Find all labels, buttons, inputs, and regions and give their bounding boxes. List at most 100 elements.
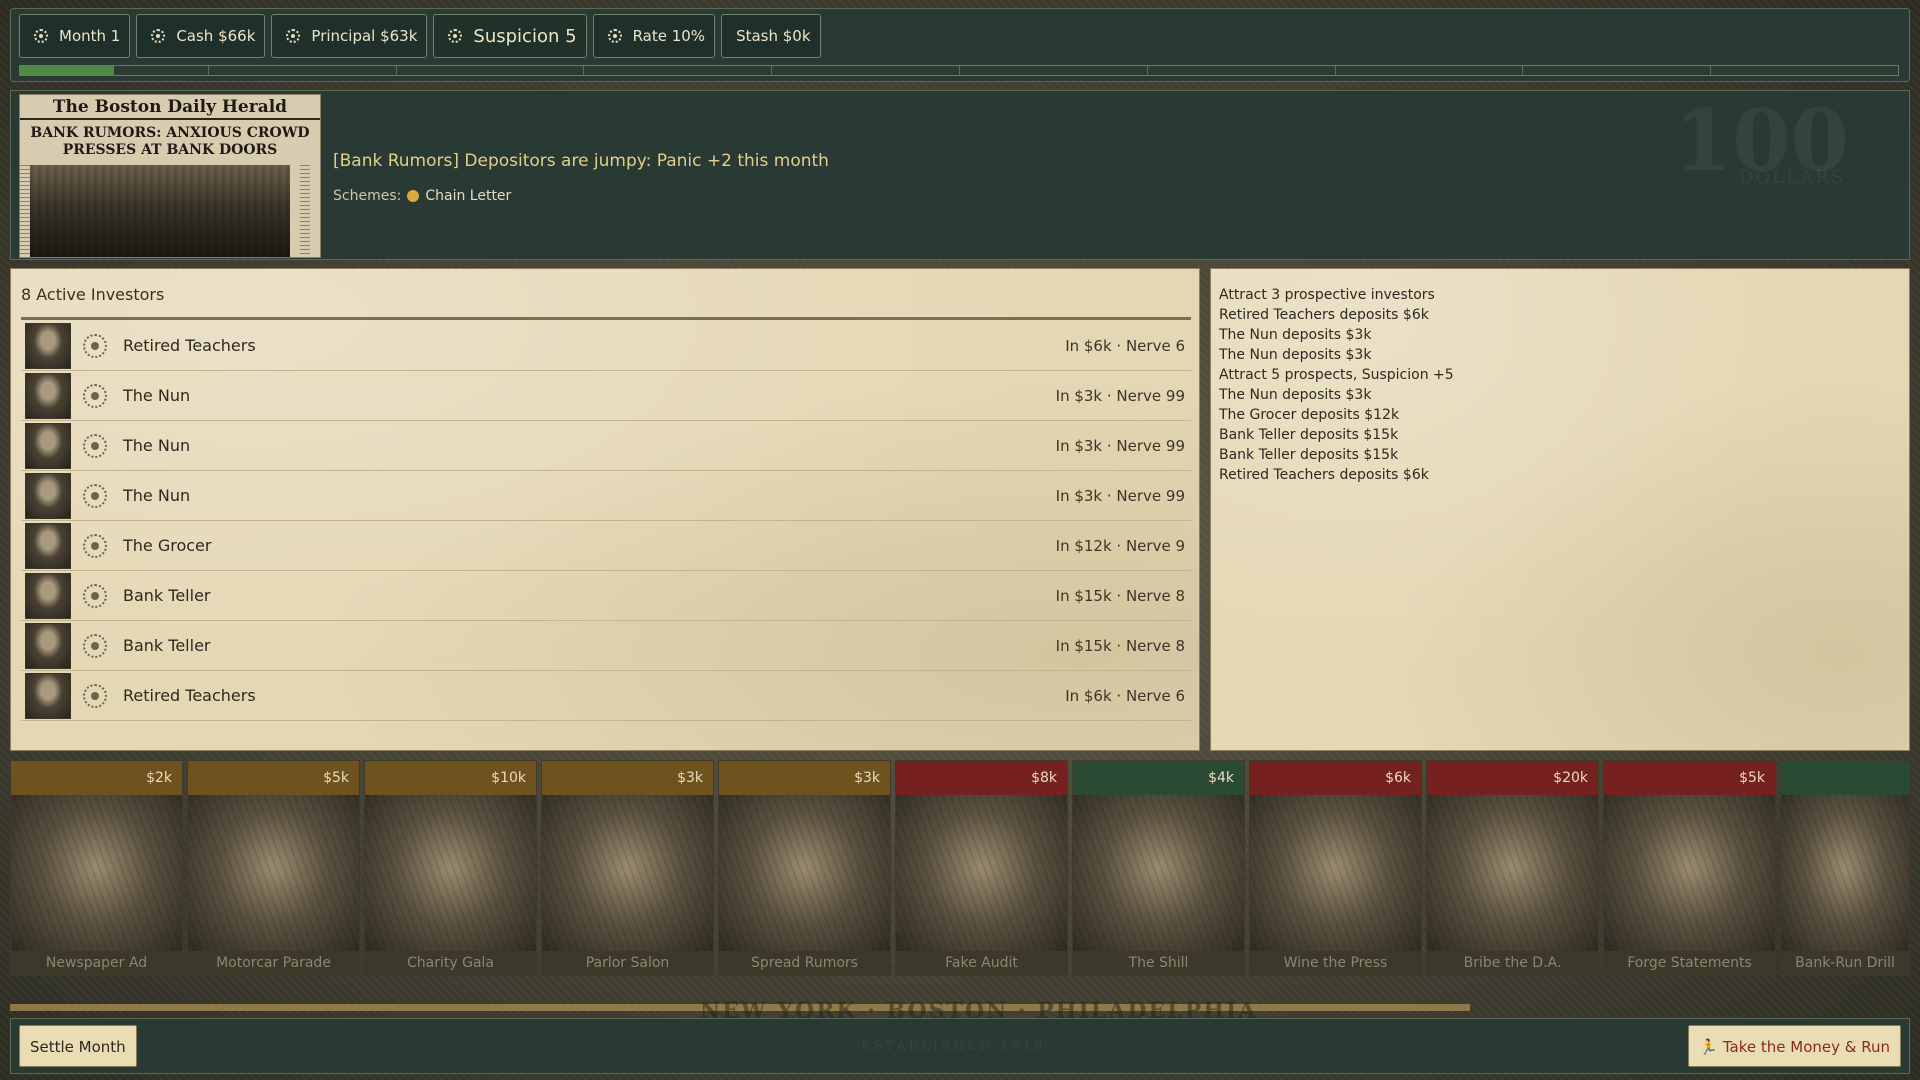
investor-row[interactable]: Bank Teller In $15k · Nerve 8: [21, 621, 1191, 671]
progress-tick: [583, 66, 585, 75]
medal-icon: [34, 29, 48, 43]
card-name: Forge Statements: [1604, 951, 1775, 975]
investor-name: Bank Teller: [123, 636, 211, 655]
card-cost: $3k: [719, 761, 890, 795]
seal-icon: [83, 633, 107, 658]
month-progress-bar: [19, 65, 1899, 76]
card-illustration: [1781, 795, 1909, 956]
investor-portrait: [25, 422, 71, 469]
log-entry: Bank Teller deposits $15k: [1219, 427, 1399, 443]
medal-icon: [286, 29, 301, 43]
card-newspaper-ad[interactable]: $2k Newspaper Ad: [10, 760, 183, 976]
card-bank-run-drill[interactable]: Bank-Run Drill: [1780, 760, 1910, 976]
log-entry: Attract 3 prospective investors: [1219, 287, 1435, 303]
investor-name: Bank Teller: [123, 586, 211, 605]
seal-icon: [83, 533, 107, 558]
card-illustration: [896, 795, 1067, 956]
principal-label: Principal $63k: [311, 27, 418, 45]
card-the-shill[interactable]: $4k The Shill: [1072, 760, 1245, 976]
month-stat[interactable]: Month 1: [19, 14, 131, 58]
investor-name: The Nun: [123, 436, 191, 455]
action-bar: ESTABLISHED 1919 Settle Month 🏃 Take the…: [10, 1018, 1910, 1074]
investor-portrait: [25, 522, 71, 569]
medal-icon: [151, 29, 166, 43]
card-name: Wine the Press: [1250, 951, 1421, 975]
investor-stats: In $3k · Nerve 99: [1055, 486, 1185, 505]
investor-row[interactable]: The Grocer In $12k · Nerve 9: [21, 521, 1191, 571]
card-illustration: [1427, 795, 1598, 956]
established-watermark: ESTABLISHED 1919: [861, 1039, 1046, 1054]
newspaper-column: [300, 165, 310, 257]
card-cost: $5k: [188, 761, 359, 795]
card-motorcar-parade[interactable]: $5k Motorcar Parade: [187, 760, 360, 976]
event-text: [Bank Rumors] Depositors are jumpy: Pani…: [333, 151, 829, 171]
card-bribe-the-da[interactable]: $20k Bribe the D.A.: [1426, 760, 1599, 976]
investors-panel: 8 Active Investors Retired Teachers In $…: [10, 268, 1200, 751]
cash-stat[interactable]: Cash $66k: [136, 14, 266, 58]
card-name: Motorcar Parade: [188, 951, 359, 975]
log-entry: Retired Teachers deposits $6k: [1219, 307, 1429, 323]
investor-row[interactable]: Bank Teller In $15k · Nerve 8: [21, 571, 1191, 621]
card-name: Charity Gala: [365, 951, 536, 975]
card-cost: [1781, 761, 1909, 795]
investor-name: The Grocer: [123, 536, 212, 555]
investor-row[interactable]: The Nun In $3k · Nerve 99: [21, 371, 1191, 421]
suspicion-stat[interactable]: Suspicion 5: [433, 14, 587, 58]
progress-tick: [771, 66, 773, 75]
progress-tick: [395, 66, 397, 75]
investor-list: Retired Teachers In $6k · Nerve 6 The Nu…: [21, 321, 1191, 721]
card-charity-gala[interactable]: $10k Charity Gala: [364, 760, 537, 976]
card-illustration: [542, 795, 713, 956]
log-entry: The Nun deposits $3k: [1219, 387, 1372, 403]
take-money-and-run-button[interactable]: 🏃 Take the Money & Run: [1688, 1025, 1901, 1067]
divider: [21, 317, 1191, 320]
card-cost: $20k: [1427, 761, 1598, 795]
card-cost: $6k: [1250, 761, 1421, 795]
card-spread-rumors[interactable]: $3k Spread Rumors: [718, 760, 891, 976]
event-log-panel[interactable]: Attract 3 prospective investors Retired …: [1210, 268, 1910, 751]
investor-row[interactable]: Retired Teachers In $6k · Nerve 6: [21, 321, 1191, 371]
rate-stat[interactable]: Rate 10%: [592, 14, 716, 58]
investor-row[interactable]: The Nun In $3k · Nerve 99: [21, 421, 1191, 471]
card-parlor-salon[interactable]: $3k Parlor Salon: [541, 760, 714, 976]
card-name: Bribe the D.A.: [1427, 951, 1598, 975]
investor-name: The Nun: [123, 486, 191, 505]
month-progress-fill: [20, 66, 114, 75]
investor-row[interactable]: The Nun In $3k · Nerve 99: [21, 471, 1191, 521]
card-name: Parlor Salon: [542, 951, 713, 975]
log-entry: Bank Teller deposits $15k: [1219, 447, 1399, 463]
scheme-dot-icon: [407, 190, 420, 202]
seal-icon: [83, 483, 107, 508]
card-forge-statements[interactable]: $5k Forge Statements: [1603, 760, 1776, 976]
rate-label: Rate 10%: [632, 27, 706, 45]
card-cost: $4k: [1073, 761, 1244, 795]
card-fake-audit[interactable]: $8k Fake Audit: [895, 760, 1068, 976]
principal-stat[interactable]: Principal $63k: [271, 14, 428, 58]
card-illustration: [1073, 795, 1244, 956]
log-entry: Attract 5 prospects, Suspicion +5: [1219, 367, 1454, 383]
card-name: Bank-Run Drill: [1781, 951, 1909, 975]
investor-name: Retired Teachers: [123, 686, 256, 705]
investor-name: Retired Teachers: [123, 336, 256, 355]
schemes-row: Schemes: Chain Letter: [333, 188, 511, 204]
progress-tick: [1522, 66, 1524, 75]
investor-stats: In $15k · Nerve 8: [1055, 586, 1185, 605]
newspaper-column: [20, 165, 30, 257]
card-illustration: [365, 795, 536, 956]
event-panel: 100 DOLLARS The Boston Daily Herald BANK…: [10, 90, 1910, 260]
card-cost: $8k: [896, 761, 1067, 795]
investor-stats: In $12k · Nerve 9: [1055, 536, 1185, 555]
investors-title: 8 Active Investors: [21, 285, 165, 304]
card-wine-the-press[interactable]: $6k Wine the Press: [1249, 760, 1422, 976]
log-entry: The Nun deposits $3k: [1219, 347, 1372, 363]
schemes-label: Schemes:: [333, 188, 402, 204]
month-label: Month 1: [59, 27, 121, 45]
medal-icon: [607, 29, 622, 43]
progress-tick: [959, 66, 960, 75]
scheme-chain-letter[interactable]: Chain Letter: [425, 188, 511, 204]
settle-month-button[interactable]: Settle Month: [19, 1025, 137, 1067]
investor-stats: In $15k · Nerve 8: [1055, 636, 1185, 655]
investor-row[interactable]: Retired Teachers In $6k · Nerve 6: [21, 671, 1191, 721]
seal-icon: [83, 683, 107, 708]
stash-stat[interactable]: Stash $0k: [721, 14, 821, 58]
